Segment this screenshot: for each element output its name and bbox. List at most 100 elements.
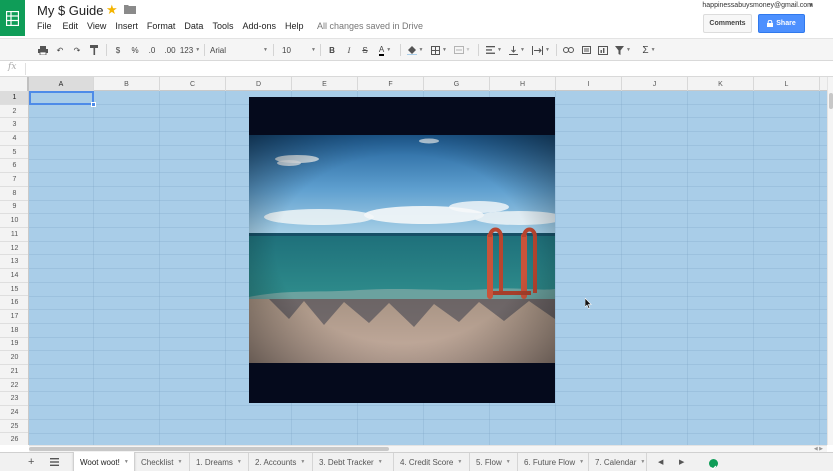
increase-decimals-button[interactable]: .00	[162, 43, 178, 57]
insert-link-icon[interactable]	[561, 43, 575, 57]
font-family-select[interactable]: Arial ▼	[210, 43, 268, 57]
row-header-20[interactable]: 20	[0, 351, 28, 365]
row-header-11[interactable]: 11	[0, 228, 28, 242]
account-caret-icon[interactable]: ▼	[808, 3, 814, 9]
row-header-8[interactable]: 8	[0, 187, 28, 201]
row-header-3[interactable]: 3	[0, 118, 28, 133]
formula-input[interactable]	[30, 62, 820, 75]
save-status[interactable]: All changes saved in Drive	[317, 21, 423, 31]
column-header-e[interactable]: E	[292, 77, 358, 91]
sheet-tab[interactable]: 3. Debt Tracker ▼	[313, 453, 394, 471]
insert-chart-icon[interactable]	[596, 43, 610, 57]
star-icon[interactable]: ★	[106, 2, 118, 18]
column-header-k[interactable]: K	[688, 77, 754, 91]
document-title[interactable]: My $ Guide	[37, 3, 103, 18]
text-wrapping-button[interactable]: ▼	[530, 43, 552, 57]
chevron-down-icon[interactable]: ▼	[506, 459, 511, 465]
strikethrough-button[interactable]: S	[359, 43, 371, 57]
embedded-photo[interactable]	[249, 97, 555, 403]
menu-item-data[interactable]: Data	[184, 21, 203, 31]
select-all-corner[interactable]	[0, 77, 29, 91]
menu-item-format[interactable]: Format	[147, 21, 176, 31]
chevron-down-icon[interactable]: ▼	[177, 459, 182, 465]
column-header-d[interactable]: D	[226, 77, 292, 91]
percent-format-button[interactable]: %	[129, 43, 141, 57]
menu-item-insert[interactable]: Insert	[115, 21, 138, 31]
fill-color-button[interactable]: ▼	[404, 43, 426, 57]
chevron-down-icon[interactable]: ▼	[579, 459, 584, 465]
bold-button[interactable]: B	[326, 43, 338, 57]
row-header-16[interactable]: 16	[0, 297, 28, 311]
font-size-select[interactable]: 10 ▼	[282, 43, 316, 57]
vertical-scroll-thumb[interactable]	[829, 93, 833, 109]
italic-button[interactable]: I	[343, 43, 355, 57]
row-header-4[interactable]: 4	[0, 132, 28, 146]
chevron-down-icon[interactable]: ▼	[124, 459, 129, 465]
column-header-c[interactable]: C	[160, 77, 226, 91]
text-color-button[interactable]: A ▼	[374, 43, 396, 57]
fill-handle[interactable]	[91, 102, 96, 107]
paint-format-icon[interactable]	[88, 43, 100, 57]
currency-format-button[interactable]: $	[113, 43, 123, 57]
sheet-tab[interactable]: Checklist ▼	[135, 453, 190, 471]
vertical-align-button[interactable]: ▼	[507, 43, 527, 57]
more-formats-button[interactable]: 123 ▼	[180, 43, 200, 57]
tabs-scroll-right-icon[interactable]: ▶	[679, 458, 684, 466]
selected-cell-outline[interactable]	[29, 91, 94, 105]
account-email[interactable]: happinessabuysmoney@gmail.com	[702, 2, 813, 9]
merge-cells-button[interactable]: ▼	[452, 43, 472, 57]
sheet-tab[interactable]: 4. Credit Score ▼	[394, 453, 470, 471]
chevron-down-icon[interactable]: ▼	[237, 459, 242, 465]
column-header-i[interactable]: I	[556, 77, 622, 91]
row-header-6[interactable]: 6	[0, 160, 28, 174]
row-header-2[interactable]: 2	[0, 105, 28, 119]
all-sheets-list-icon[interactable]	[50, 458, 59, 466]
share-button[interactable]: Share	[758, 14, 805, 33]
row-header-17[interactable]: 17	[0, 310, 28, 324]
column-header-l[interactable]: L	[754, 77, 820, 91]
borders-button[interactable]: ▼	[429, 43, 449, 57]
row-header-15[interactable]: 15	[0, 283, 28, 297]
functions-button[interactable]: Σ ▼	[639, 43, 659, 57]
chevron-down-icon[interactable]: ▼	[640, 459, 645, 465]
decrease-decimals-button[interactable]: .0	[145, 43, 159, 57]
sheets-logo-icon[interactable]	[0, 0, 25, 36]
column-header-j[interactable]: J	[622, 77, 688, 91]
sheet-tab[interactable]: Woot woot! ▼	[73, 452, 135, 471]
sheet-tab[interactable]: 6. Future Flow ▼	[518, 453, 589, 471]
menu-item-view[interactable]: View	[87, 21, 106, 31]
sheet-tab[interactable]: 2. Accounts ▼	[249, 453, 313, 471]
column-header-f[interactable]: F	[358, 77, 424, 91]
row-header-23[interactable]: 23	[0, 392, 28, 407]
sync-check-icon[interactable]	[709, 459, 718, 471]
redo-icon[interactable]: ↷	[71, 43, 83, 57]
chevron-down-icon[interactable]: ▼	[378, 459, 383, 465]
row-header-25[interactable]: 25	[0, 420, 28, 434]
menu-item-add-ons[interactable]: Add-ons	[242, 21, 276, 31]
vertical-scrollbar[interactable]	[827, 77, 833, 445]
folder-icon[interactable]	[124, 4, 136, 14]
chevron-down-icon[interactable]: ▼	[300, 459, 305, 465]
column-header-g[interactable]: G	[424, 77, 490, 91]
menu-item-help[interactable]: Help	[285, 21, 304, 31]
menu-item-file[interactable]: File	[37, 21, 52, 31]
insert-comment-icon[interactable]	[580, 43, 592, 57]
sheet-tab[interactable]: 1. Dreams ▼	[190, 453, 249, 471]
menu-item-tools[interactable]: Tools	[212, 21, 233, 31]
filter-button[interactable]: ▼	[613, 43, 633, 57]
horizontal-scroll-thumb[interactable]	[29, 447, 389, 451]
undo-icon[interactable]: ↶	[54, 43, 66, 57]
horizontal-align-button[interactable]: ▼	[484, 43, 504, 57]
row-header-18[interactable]: 18	[0, 324, 28, 338]
row-header-13[interactable]: 13	[0, 255, 28, 270]
comments-button[interactable]: Comments	[703, 14, 752, 33]
column-header-b[interactable]: B	[94, 77, 160, 91]
row-header-1[interactable]: 1	[0, 91, 28, 105]
row-header-9[interactable]: 9	[0, 201, 28, 215]
column-header-a[interactable]: A	[29, 77, 94, 91]
row-header-26[interactable]: 26	[0, 434, 28, 446]
print-icon[interactable]	[37, 43, 49, 57]
sheet-tab[interactable]: 5. Flow ▼	[470, 453, 518, 471]
row-header-21[interactable]: 21	[0, 365, 28, 379]
menu-item-edit[interactable]: Edit	[63, 21, 79, 31]
